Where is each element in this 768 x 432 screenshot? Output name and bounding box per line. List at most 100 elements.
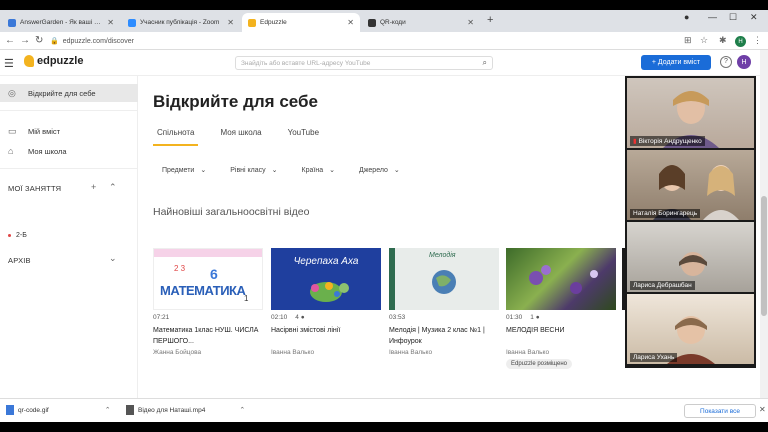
new-tab-icon[interactable]: + — [487, 14, 493, 26]
video-duration: 03:53 — [389, 314, 406, 321]
browser-menu-icon[interactable]: ⋮ — [753, 35, 762, 46]
video-file-icon — [126, 405, 134, 415]
video-author: Іванна Валько — [271, 349, 315, 356]
tab-title: Edpuzzle — [260, 19, 287, 26]
question-number: 1 — [530, 314, 534, 321]
tab-community[interactable]: Спільнота — [153, 128, 199, 146]
filter-country[interactable]: Країна ⌄ — [302, 166, 335, 174]
close-window-icon[interactable]: ✕ — [750, 12, 758, 23]
archive-heading[interactable]: АРХІВ — [8, 256, 31, 265]
folder-icon: ▭ — [8, 125, 17, 136]
sidebar-item-class[interactable]: 2-Б — [8, 232, 27, 239]
globe-illustration-icon — [432, 270, 456, 294]
browser-tab-zoom[interactable]: Учасник публікація - Zoom ✕ — [122, 13, 240, 32]
video-card[interactable]: 2 3 6 1 МАТЕМАТИКА 07:21 Математика 1кла… — [153, 248, 263, 356]
participant-name: Наталія Борингарець — [630, 209, 701, 218]
page-title: Відкрийте для себе — [153, 92, 318, 111]
help-icon[interactable]: ? — [720, 56, 732, 68]
add-content-button[interactable]: + Додати вміст — [641, 55, 711, 70]
browser-profile-avatar[interactable]: H — [735, 36, 746, 47]
video-thumbnail[interactable]: Мелодія — [389, 248, 499, 310]
participant-name-text: Наталія Борингарець — [633, 210, 698, 217]
video-title[interactable]: Насipвні змістові лінії — [271, 325, 381, 347]
show-all-downloads-button[interactable]: Показати все — [684, 404, 756, 418]
video-thumbnail[interactable]: Черепаха Аха — [271, 248, 381, 310]
tab-my-school[interactable]: Моя школа — [216, 128, 265, 146]
chevron-down-icon: ⌄ — [271, 167, 278, 174]
minimize-icon[interactable]: — — [708, 12, 717, 22]
add-class-icon[interactable]: + — [91, 182, 96, 192]
close-tab-icon[interactable]: ✕ — [467, 18, 474, 27]
filters-row: Предмети ⌄ Рівні класу ⌄ Країна ⌄ Джерело ⌄ — [162, 166, 424, 174]
answergarden-favicon-icon — [8, 18, 16, 27]
zoom-participants-panel: ▮ Вікторія Андрущенко Наталія Борингарець… — [625, 76, 756, 368]
video-thumbnail[interactable] — [506, 248, 616, 310]
chevron-down-icon: ⌄ — [393, 167, 400, 174]
bookmark-star-icon[interactable]: ☆ — [700, 35, 708, 46]
participant-name-text: Лариса Дебрашбан — [633, 282, 692, 289]
download-item[interactable]: qr-code.gif ⌃ — [6, 405, 111, 415]
class-color-dot — [8, 234, 11, 237]
user-avatar[interactable]: H — [737, 55, 751, 69]
chevron-up-icon[interactable]: ⌃ — [109, 182, 117, 193]
reload-icon[interactable]: ↻ — [35, 35, 43, 46]
filter-subjects[interactable]: Предмети ⌄ — [162, 166, 206, 174]
video-title[interactable]: Математика 1клас НУШ. ЧИСЛА ПЕРШОГО... — [153, 325, 263, 347]
video-duration: 01:30 — [506, 314, 523, 321]
participant-video[interactable]: Лариса Дебрашбан — [627, 222, 754, 292]
search-input[interactable]: Знайдіть або вставте URL-адресу YouTube … — [235, 56, 493, 70]
sidebar-item-my-school[interactable]: ⌂ Моя школа — [0, 142, 138, 160]
flowers-image — [529, 265, 598, 294]
translate-icon[interactable]: ⊞ — [684, 35, 692, 46]
participant-video[interactable]: Наталія Борингарець — [627, 150, 754, 220]
video-card[interactable]: Черепаха Аха 02:10 4 ● Насipвні змістові… — [271, 248, 381, 356]
sidebar-item-my-content[interactable]: ▭ Мій вміст — [0, 122, 138, 140]
filter-grades[interactable]: Рівні класу ⌄ — [230, 166, 277, 174]
lock-icon: 🔒 — [50, 38, 59, 45]
participant-video[interactable]: ▮ Вікторія Андрущенко — [627, 78, 754, 148]
video-title[interactable]: МЕЛОДІЯ ВЕСНИ — [506, 325, 616, 347]
browser-tab-answergarden[interactable]: AnswerGarden - Як ваші враж ✕ — [2, 13, 120, 32]
discover-tabs: Спільнота Моя школа YouTube — [153, 128, 341, 146]
close-downloads-icon[interactable]: ✕ — [759, 405, 766, 414]
close-tab-icon[interactable]: ✕ — [227, 18, 234, 27]
top-navigation: ☰ edpuzzle Знайдіть або вставте URL-адре… — [0, 50, 760, 76]
download-item[interactable]: Відео для Наташі.mp4 ⌃ — [126, 405, 245, 415]
search-icon[interactable]: ⌕ — [483, 58, 487, 68]
video-card[interactable]: 01:30 1 ● МЕЛОДІЯ ВЕСНИ Іванна Валько Ed… — [506, 248, 616, 369]
chevron-up-icon[interactable]: ⌃ — [239, 406, 245, 414]
address-bar: ← → ↻ 🔒 edpuzzle.com/discover ⊞ ☆ ✱ ⋮ — [0, 32, 768, 50]
video-title[interactable]: Мелодія | Музика 2 клас №1 | Инфоурок — [389, 325, 499, 347]
browser-tab-qr[interactable]: QR-коди ✕ — [362, 13, 480, 32]
close-tab-icon[interactable]: ✕ — [347, 18, 354, 27]
close-tab-icon[interactable]: ✕ — [107, 18, 114, 27]
maximize-icon[interactable]: ☐ — [729, 12, 737, 23]
forward-icon[interactable]: → — [20, 35, 30, 46]
chevron-up-icon[interactable]: ⌃ — [105, 406, 111, 414]
hamburger-menu-icon[interactable]: ☰ — [4, 57, 14, 70]
url-field[interactable]: 🔒 edpuzzle.com/discover — [50, 34, 670, 48]
video-meta: 07:21 — [153, 314, 263, 321]
participant-video[interactable]: Лариса Ухань — [627, 294, 754, 364]
back-icon[interactable]: ← — [5, 35, 15, 46]
divider — [0, 168, 138, 169]
svg-text:2 3: 2 3 — [174, 264, 186, 273]
video-thumbnail[interactable]: 2 3 6 1 МАТЕМАТИКА — [153, 248, 263, 310]
profile-initial: H — [738, 38, 743, 45]
url-text: edpuzzle.com/discover — [62, 37, 134, 45]
edpuzzle-logo[interactable]: edpuzzle — [24, 55, 83, 67]
zoom-favicon-icon — [128, 18, 136, 27]
video-card[interactable]: Мелодія 03:53 Мелодія | Музика 2 клас №1… — [389, 248, 499, 356]
sidebar-item-discover[interactable]: ◎ Відкрийте для себе — [0, 84, 138, 102]
sidebar-item-label: Відкрийте для себе — [28, 88, 96, 98]
extensions-icon[interactable]: ✱ — [719, 35, 727, 46]
scrollbar-thumb[interactable] — [761, 196, 767, 316]
browser-tab-edpuzzle[interactable]: Edpuzzle ✕ — [242, 13, 360, 32]
tab-search-icon[interactable]: ● — [684, 12, 689, 22]
filter-source[interactable]: Джерело ⌄ — [359, 166, 400, 174]
tab-youtube[interactable]: YouTube — [284, 128, 323, 146]
downloads-bar: qr-code.gif ⌃ Відео для Наташі.mp4 ⌃ Пок… — [0, 398, 768, 422]
edpuzzle-favicon-icon — [248, 18, 256, 27]
chevron-down-icon[interactable]: ⌄ — [109, 253, 117, 264]
chevron-down-icon: ⌄ — [329, 167, 335, 174]
